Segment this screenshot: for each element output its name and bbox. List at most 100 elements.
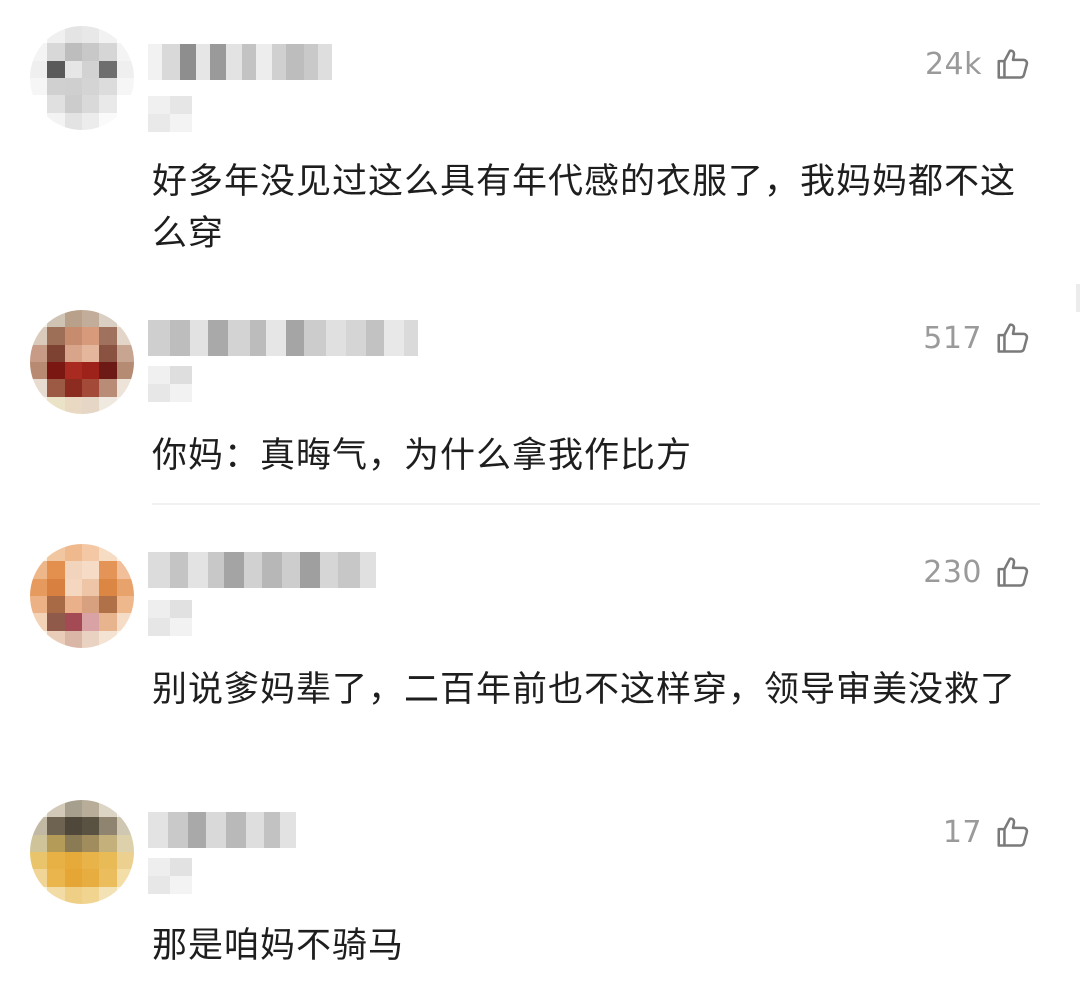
thumbs-up-icon[interactable] xyxy=(994,813,1032,851)
avatar-pixel xyxy=(99,886,117,904)
avatar-pixel xyxy=(99,327,117,345)
avatar-pixel xyxy=(99,95,117,113)
avatar-pixel xyxy=(30,817,48,835)
avatar-pixel xyxy=(30,362,48,380)
avatar-pixel xyxy=(47,60,65,78)
avatar-pixel xyxy=(116,886,134,904)
avatar-pixel xyxy=(99,344,117,362)
avatar-pixel xyxy=(47,561,65,579)
thumbs-up-icon[interactable] xyxy=(994,319,1032,357)
avatar-pixel xyxy=(64,886,82,904)
avatar-pixel xyxy=(47,362,65,380)
avatar-pixel xyxy=(47,630,65,648)
avatar-pixel xyxy=(116,112,134,130)
avatar-pixel xyxy=(30,561,48,579)
avatar-pixel xyxy=(82,112,100,130)
like-control[interactable]: 230 xyxy=(923,552,1032,592)
avatar-pixel xyxy=(47,578,65,596)
avatar-pixel xyxy=(47,112,65,130)
avatar-pixel xyxy=(64,596,82,614)
avatar-pixel xyxy=(30,578,48,596)
like-control[interactable]: 517 xyxy=(923,318,1032,358)
avatar-pixel xyxy=(116,852,134,870)
avatar-pixel xyxy=(64,327,82,345)
avatar-pixel xyxy=(82,596,100,614)
like-count: 230 xyxy=(923,554,982,590)
avatar-pixel xyxy=(116,544,134,562)
avatar-pixel xyxy=(116,817,134,835)
avatar-pixel xyxy=(47,869,65,887)
avatar-pixel xyxy=(64,834,82,852)
avatar-pixel xyxy=(82,800,100,818)
thumbs-up-icon[interactable] xyxy=(994,553,1032,591)
avatar[interactable] xyxy=(30,544,134,648)
avatar-pixel xyxy=(47,613,65,631)
avatar-pixel xyxy=(64,112,82,130)
timestamp-blurred xyxy=(148,858,192,894)
like-control[interactable]: 24k xyxy=(925,44,1032,84)
avatar-pixel xyxy=(116,578,134,596)
username-blurred[interactable] xyxy=(148,552,376,588)
avatar-pixel xyxy=(82,344,100,362)
avatar-pixel xyxy=(64,43,82,61)
timestamp-blurred xyxy=(148,96,192,132)
avatar-pixel xyxy=(64,852,82,870)
divider xyxy=(152,503,1040,505)
avatar-pixel xyxy=(47,310,65,328)
avatar-pixel xyxy=(30,78,48,96)
avatar-pixel xyxy=(116,26,134,44)
like-control[interactable]: 17 xyxy=(943,812,1032,852)
avatar-pixel xyxy=(116,362,134,380)
username-blurred[interactable] xyxy=(148,320,418,356)
avatar-pixel xyxy=(116,95,134,113)
avatar-pixel xyxy=(116,60,134,78)
avatar-pixel xyxy=(82,578,100,596)
comment-list: 24k 好多年没见过这么具有年代感的衣服了，我妈妈都不这么穿 517 你妈：真晦… xyxy=(0,0,1080,998)
avatar[interactable] xyxy=(30,310,134,414)
avatar-pixel xyxy=(47,26,65,44)
avatar-pixel xyxy=(82,327,100,345)
avatar-pixel xyxy=(30,310,48,328)
avatar-pixel xyxy=(99,78,117,96)
avatar-pixel xyxy=(47,327,65,345)
avatar-pixel xyxy=(99,869,117,887)
avatar-pixel xyxy=(64,396,82,414)
avatar-pixel xyxy=(99,379,117,397)
avatar[interactable] xyxy=(30,800,134,904)
avatar-pixel xyxy=(30,396,48,414)
avatar-pixel xyxy=(30,43,48,61)
avatar-pixel xyxy=(82,60,100,78)
comment-text: 好多年没见过这么具有年代感的衣服了，我妈妈都不这么穿 xyxy=(152,162,1017,254)
avatar-pixel xyxy=(116,310,134,328)
comment-text: 你妈：真晦气，为什么拿我作比方 xyxy=(152,436,693,476)
avatar-pixel xyxy=(116,596,134,614)
avatar-pixel xyxy=(116,78,134,96)
avatar-pixel xyxy=(82,362,100,380)
thumbs-up-icon[interactable] xyxy=(994,45,1032,83)
avatar-pixel xyxy=(64,78,82,96)
avatar-pixel xyxy=(64,561,82,579)
avatar-pixel xyxy=(99,561,117,579)
comment-text: 别说爹妈辈了，二百年前也不这样穿，领导审美没救了 xyxy=(152,670,1017,710)
avatar-pixel xyxy=(82,26,100,44)
scroll-indicator xyxy=(1076,284,1080,312)
username-blurred[interactable] xyxy=(148,812,296,848)
avatar-pixel xyxy=(30,613,48,631)
username-blurred[interactable] xyxy=(148,44,332,80)
avatar-pixel xyxy=(47,596,65,614)
avatar-pixel xyxy=(82,95,100,113)
avatar-pixel xyxy=(30,800,48,818)
avatar-pixel xyxy=(99,578,117,596)
avatar-pixel xyxy=(30,886,48,904)
avatar-pixel xyxy=(82,817,100,835)
avatar-pixel xyxy=(99,630,117,648)
avatar-pixel xyxy=(47,95,65,113)
avatar[interactable] xyxy=(30,26,134,130)
avatar-pixel xyxy=(64,630,82,648)
avatar-pixel xyxy=(82,544,100,562)
avatar-pixel xyxy=(30,596,48,614)
avatar-pixel xyxy=(116,396,134,414)
avatar-pixel xyxy=(30,60,48,78)
avatar-pixel xyxy=(64,26,82,44)
avatar-pixel xyxy=(47,800,65,818)
